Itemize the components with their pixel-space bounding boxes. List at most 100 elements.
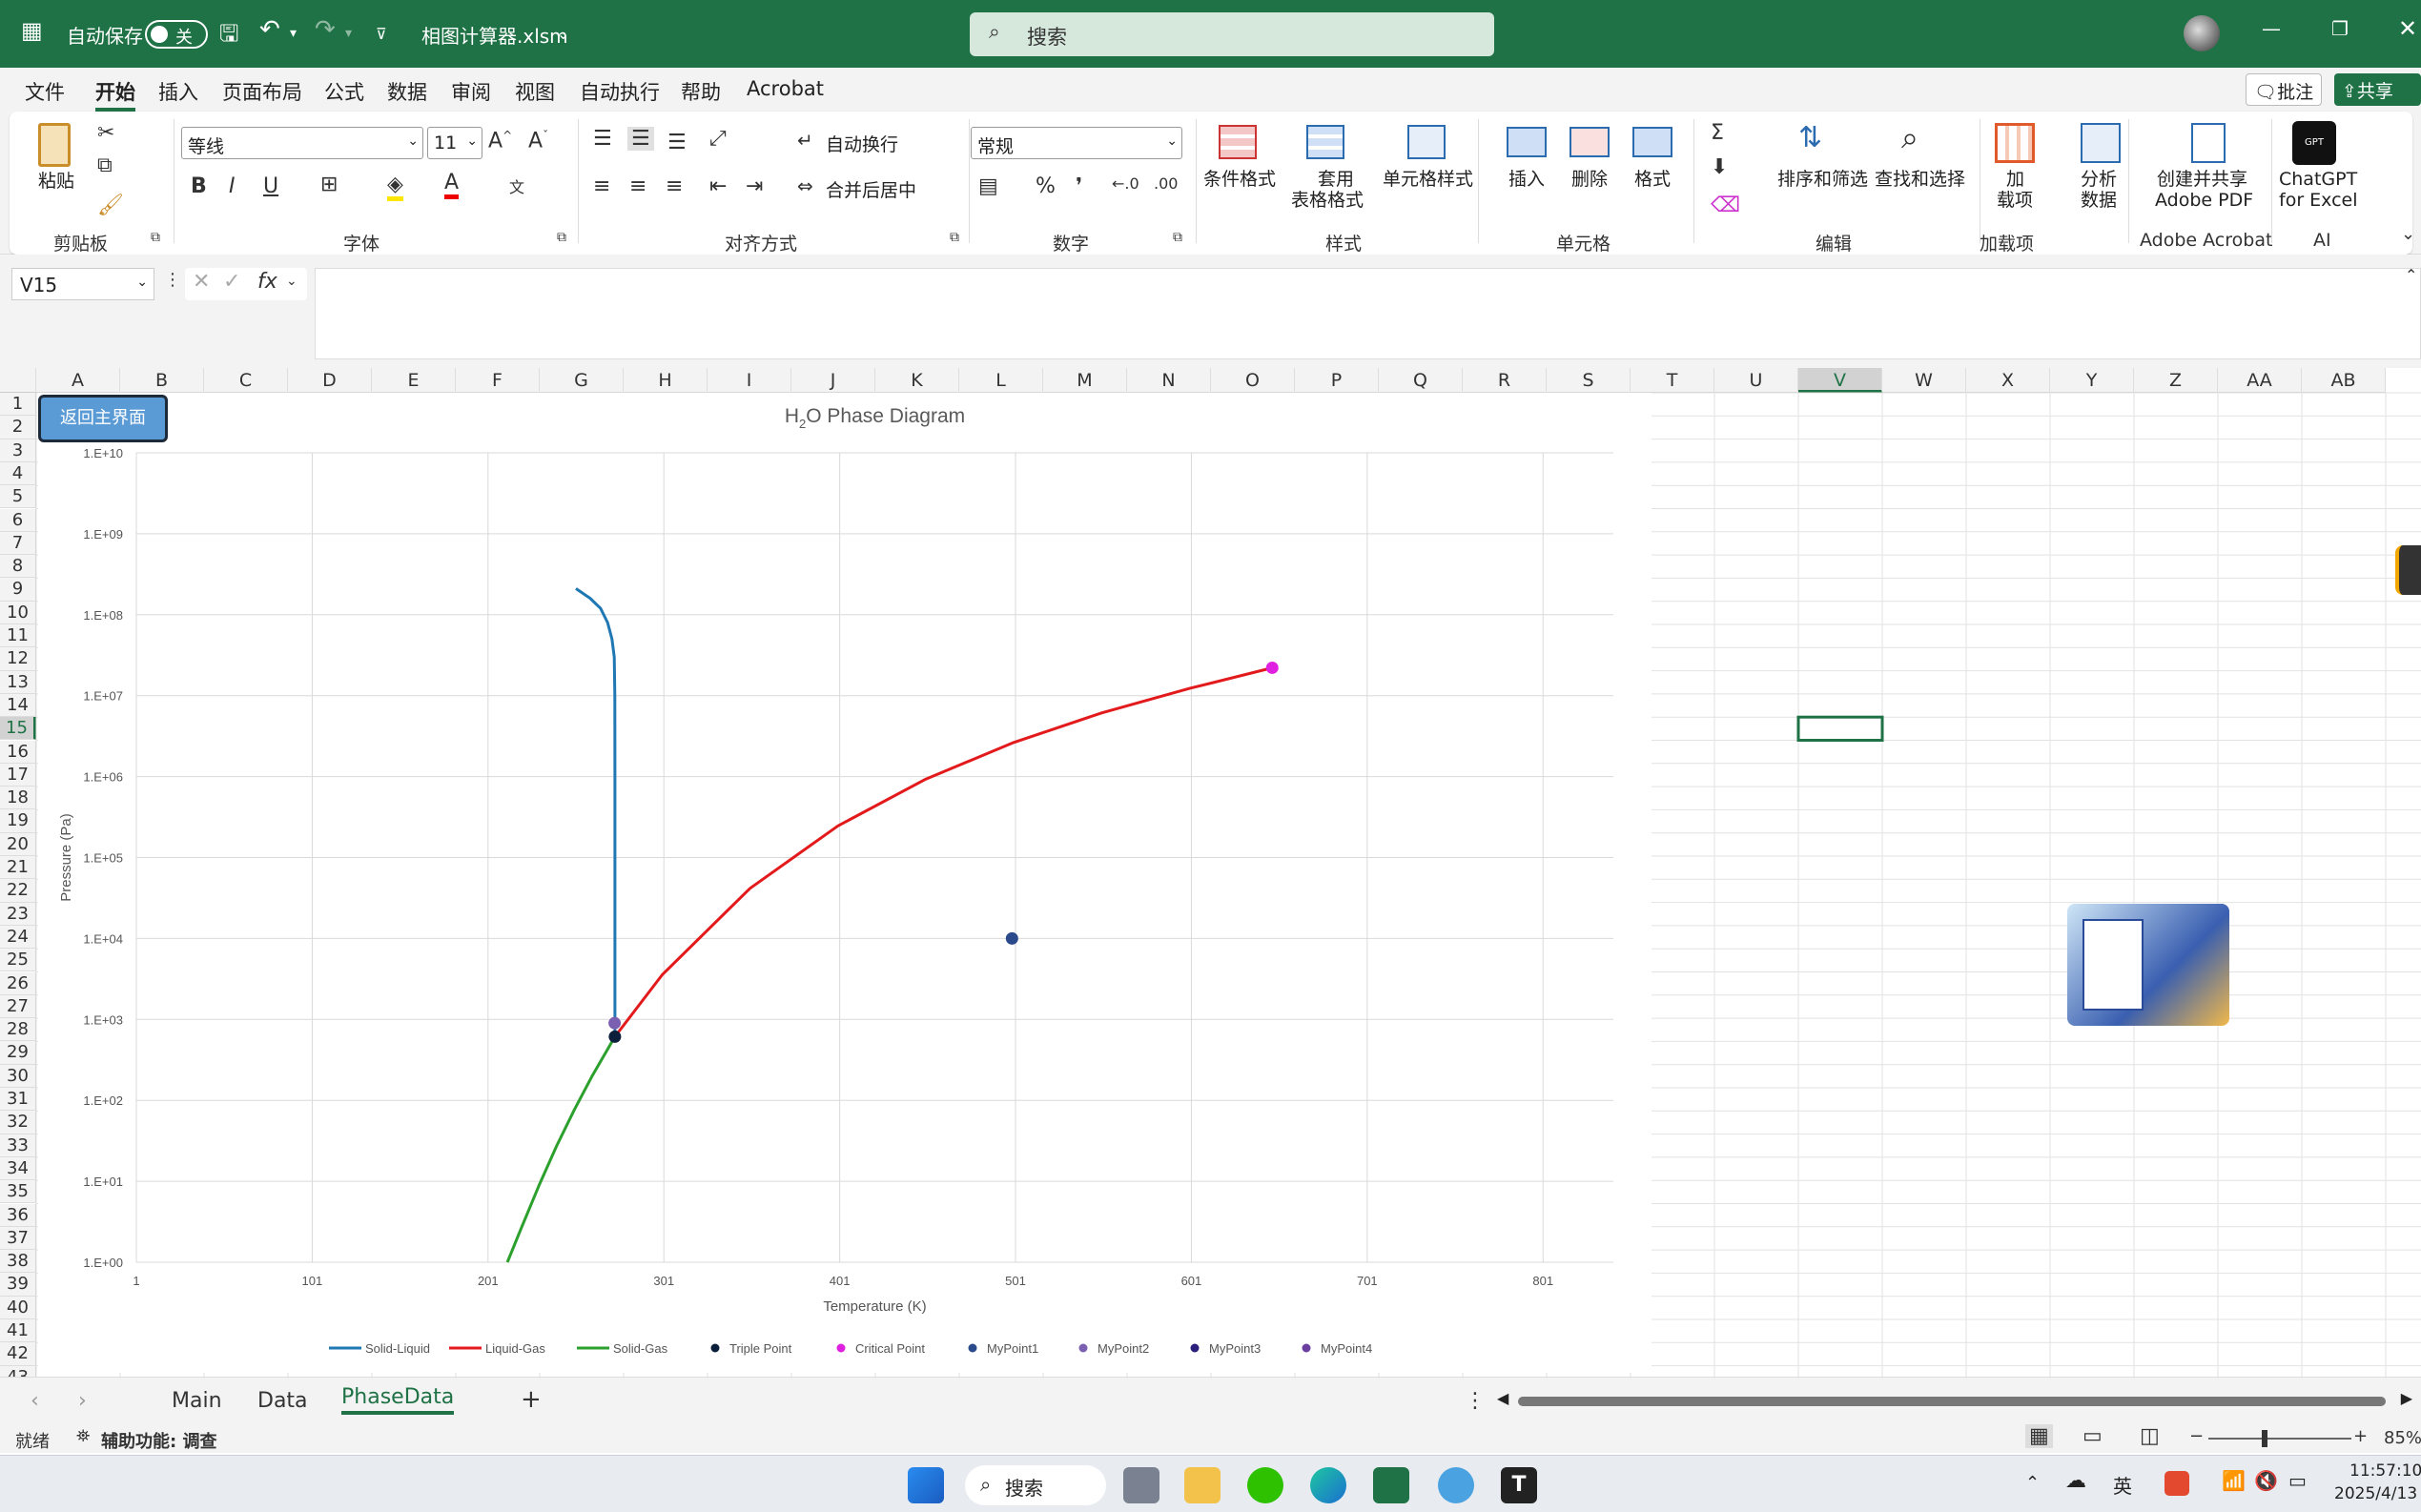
battery-icon[interactable]: ▭ xyxy=(2288,1469,2307,1492)
analyze-data-icon[interactable] xyxy=(2081,123,2121,163)
tab-file[interactable]: 文件 xyxy=(25,77,65,106)
windows-start-icon[interactable] xyxy=(908,1467,944,1503)
side-panel-tab[interactable] xyxy=(2395,545,2421,595)
wrap-text-icon[interactable]: ↵ xyxy=(797,129,813,152)
insert-function-icon[interactable]: fx xyxy=(257,270,277,294)
clock-time[interactable]: 11:57:10 xyxy=(2349,1461,2421,1481)
scroll-left-icon[interactable]: ◀ xyxy=(1497,1389,1508,1407)
zoom-thumb[interactable] xyxy=(2262,1430,2267,1447)
decrease-indent-icon[interactable]: ⇤ xyxy=(709,174,727,198)
percent-icon[interactable]: % xyxy=(1036,174,1056,198)
increase-font-icon[interactable]: A^ xyxy=(488,129,512,153)
sheet-tab-phasedata[interactable]: PhaseData xyxy=(341,1385,455,1415)
wrap-text-label[interactable]: 自动换行 xyxy=(826,134,898,155)
clipboard-launcher-icon[interactable]: ⧉ xyxy=(151,230,160,245)
format-painter-icon[interactable]: 🖌 xyxy=(97,194,124,217)
adobe-pdf-label[interactable]: 创建并共享 xyxy=(2157,169,2247,190)
cut-icon[interactable]: ✂ xyxy=(97,121,114,145)
bold-icon[interactable]: B xyxy=(191,174,207,198)
excel-taskbar-icon[interactable] xyxy=(1373,1467,1409,1503)
clear-icon[interactable]: ⌫ xyxy=(1711,194,1740,217)
more-icon[interactable]: ⋮ xyxy=(1465,1389,1486,1413)
fill-icon[interactable]: ⬇ xyxy=(1711,155,1728,179)
clock-date[interactable]: 2025/4/13 xyxy=(2334,1484,2417,1503)
tab-view[interactable]: 视图 xyxy=(515,77,555,106)
table-format-icon[interactable] xyxy=(1306,125,1344,159)
typora-icon[interactable]: T xyxy=(1501,1467,1537,1503)
scrollbar-thumb[interactable] xyxy=(1518,1397,2386,1406)
sogou-icon[interactable] xyxy=(2165,1471,2189,1496)
volume-icon[interactable]: 🔇 xyxy=(2254,1469,2278,1492)
accessibility-icon[interactable]: ⛯ xyxy=(76,1426,90,1446)
analyze-data-label[interactable]: 分析 xyxy=(2081,169,2117,190)
align-left-icon[interactable]: ≡ xyxy=(593,174,610,198)
delete-cells-label[interactable]: 删除 xyxy=(1571,169,1608,190)
floating-widget[interactable] xyxy=(2067,904,2229,1026)
cell-style-label[interactable]: 单元格样式 xyxy=(1383,169,1473,190)
edge-icon[interactable] xyxy=(1310,1467,1346,1503)
zoom-out-icon[interactable]: − xyxy=(2189,1426,2204,1446)
avatar[interactable] xyxy=(2184,15,2220,51)
add-sheet-icon[interactable]: + xyxy=(521,1385,542,1414)
selected-cell[interactable] xyxy=(1796,715,1884,743)
tab-data[interactable]: 数据 xyxy=(387,77,427,106)
back-to-main-button[interactable]: 返回主界面 xyxy=(38,395,168,442)
format-cells-icon[interactable] xyxy=(1632,127,1672,157)
chatgpt-label[interactable]: ChatGPT xyxy=(2279,169,2357,190)
autosum-icon[interactable]: Σ xyxy=(1711,121,1724,145)
tab-formulas[interactable]: 公式 xyxy=(324,77,364,106)
cell-style-icon[interactable] xyxy=(1407,125,1446,159)
insert-cells-icon[interactable] xyxy=(1507,127,1547,157)
delete-cells-icon[interactable] xyxy=(1570,127,1610,157)
save-icon[interactable]: 🖫 xyxy=(219,17,238,56)
tab-acrobat[interactable]: Acrobat xyxy=(747,77,824,100)
tab-home[interactable]: 开始 xyxy=(95,77,135,112)
cancel-icon[interactable]: ✕ xyxy=(193,270,210,294)
copy-icon[interactable]: ⧉ xyxy=(97,153,113,177)
font-size-select[interactable]: 11 ⌄ xyxy=(427,127,482,159)
tab-page-layout[interactable]: 页面布局 xyxy=(222,77,302,106)
onedrive-icon[interactable]: ☁ xyxy=(2065,1469,2086,1493)
addins-label[interactable]: 加 xyxy=(2006,169,2024,190)
find-select-icon[interactable]: ⌕ xyxy=(1901,119,1918,156)
formula-input[interactable] xyxy=(315,268,2421,359)
zoom-slider[interactable] xyxy=(2208,1430,2351,1447)
more-icon[interactable]: ⋮ xyxy=(164,270,181,290)
format-cells-label[interactable]: 格式 xyxy=(1634,169,1671,190)
conditional-format-icon[interactable] xyxy=(1219,125,1257,159)
tray-chevron-icon[interactable]: ⌃ xyxy=(2025,1473,2040,1493)
merge-center-label[interactable]: 合并后居中 xyxy=(826,180,916,201)
sheet-tab-data[interactable]: Data xyxy=(257,1389,308,1413)
page-layout-icon[interactable]: ▭ xyxy=(2082,1424,2103,1448)
fill-color-icon[interactable]: ◈ xyxy=(387,173,403,201)
name-box[interactable]: V15 ⌄ xyxy=(11,268,154,300)
customize-qat-icon[interactable]: ⊽ xyxy=(376,25,387,43)
wechat-icon[interactable] xyxy=(1247,1467,1283,1503)
paste-label[interactable]: 粘贴 xyxy=(38,171,74,192)
adobe-pdf-icon[interactable] xyxy=(2191,123,2226,163)
orientation-icon[interactable]: ⤢ xyxy=(709,127,727,151)
excel-logo-icon[interactable]: ▦ xyxy=(21,17,43,44)
underline-icon[interactable]: U xyxy=(263,174,278,198)
chatgpt-icon[interactable]: GPT xyxy=(2292,121,2336,165)
collapse-ribbon-icon[interactable]: ⌄ xyxy=(2401,224,2415,244)
chatgpt-label-2[interactable]: for Excel xyxy=(2279,190,2358,211)
addins-icon[interactable] xyxy=(1995,123,2035,163)
accessibility-status[interactable]: 辅助功能: 调查 xyxy=(101,1428,216,1453)
chevron-down-icon[interactable]: ⌄ xyxy=(286,274,297,289)
task-view-icon[interactable] xyxy=(1123,1467,1159,1503)
font-launcher-icon[interactable]: ⧉ xyxy=(557,230,566,245)
find-select-label[interactable]: 查找和选择 xyxy=(1875,169,1965,190)
scroll-right-icon[interactable]: ▶ xyxy=(2401,1389,2412,1407)
sort-filter-label[interactable]: 排序和筛选 xyxy=(1777,169,1868,190)
taskbar-search[interactable]: ⌕ 搜索 xyxy=(965,1465,1106,1505)
undo-icon[interactable]: ↶ xyxy=(259,15,280,44)
prev-sheet-icon[interactable]: ‹ xyxy=(31,1389,39,1413)
number-format-select[interactable]: 常规 ⌄ xyxy=(971,127,1182,159)
tab-insert[interactable]: 插入 xyxy=(158,77,198,106)
tab-automate[interactable]: 自动执行 xyxy=(580,77,660,106)
page-break-icon[interactable]: ◫ xyxy=(2140,1424,2160,1448)
comma-icon[interactable]: ❜ xyxy=(1076,174,1082,198)
zoom-in-icon[interactable]: + xyxy=(2353,1426,2368,1446)
insert-cells-label[interactable]: 插入 xyxy=(1508,169,1545,190)
